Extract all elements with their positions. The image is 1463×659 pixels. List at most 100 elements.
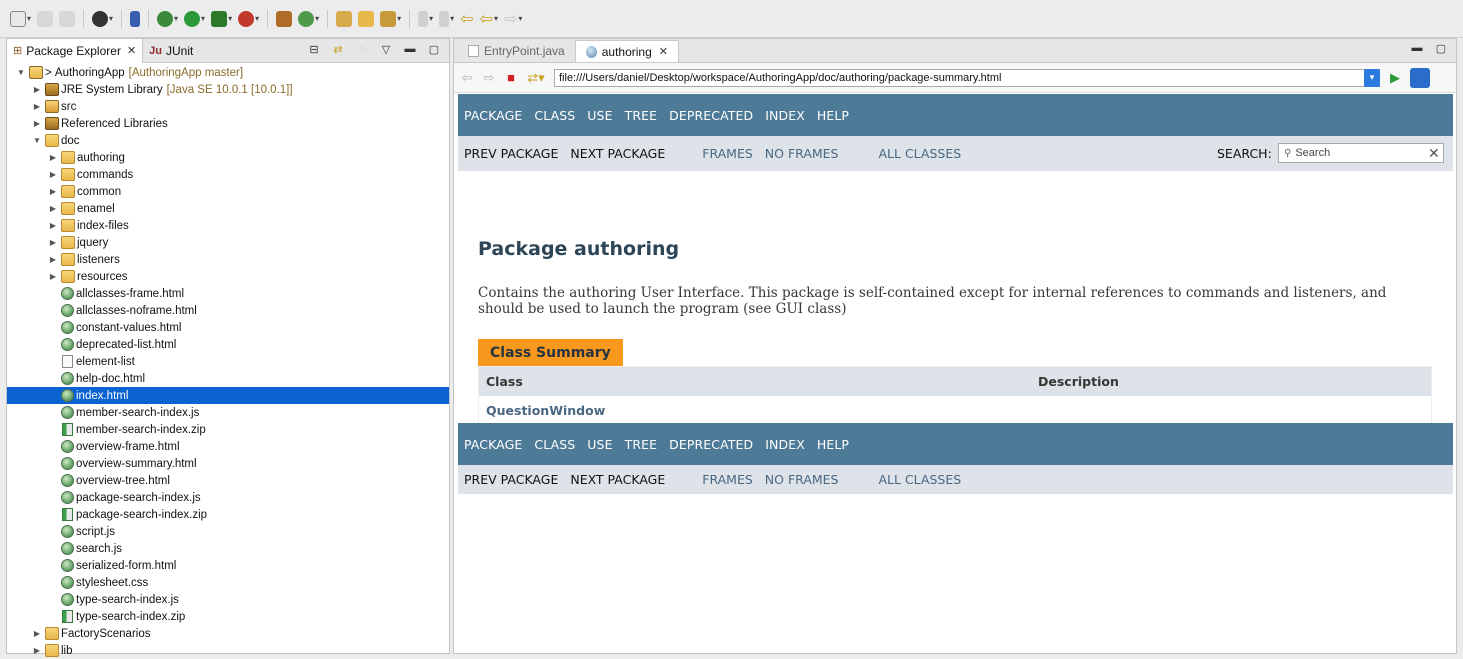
last-edit-icon[interactable]: ⇦ (458, 8, 475, 30)
open-type-icon[interactable] (334, 8, 354, 30)
nav-class[interactable]: CLASS (534, 108, 575, 123)
no-frames-link[interactable]: NO FRAMES (765, 472, 839, 487)
minimize-icon[interactable]: ▬ (403, 42, 417, 56)
collapsed-icon[interactable]: ▶ (48, 170, 58, 179)
coverage-icon[interactable]: ▾ (209, 8, 234, 30)
tree-item[interactable]: ▶ Referenced Libraries (7, 115, 449, 132)
new-icon[interactable]: ▾ (8, 8, 33, 30)
profile-icon[interactable]: ▾ (90, 8, 115, 30)
maximize-icon[interactable]: ▢ (427, 42, 441, 56)
collapsed-icon[interactable]: ▶ (48, 153, 58, 162)
tree-item[interactable]: element-list (7, 353, 449, 370)
tree-item[interactable]: member-search-index.js (7, 404, 449, 421)
close-icon[interactable]: ✕ (127, 44, 136, 57)
tree-item[interactable]: help-doc.html (7, 370, 449, 387)
external-tools-icon[interactable]: ▾ (236, 8, 261, 30)
tree-item[interactable]: package-search-index.js (7, 489, 449, 506)
frames-link[interactable]: FRAMES (702, 472, 753, 487)
collapsed-icon[interactable]: ▶ (48, 238, 58, 247)
all-classes-link[interactable]: ALL CLASSES (879, 146, 962, 161)
tree-item[interactable]: ▶ resources (7, 268, 449, 285)
save-icon[interactable] (35, 8, 55, 30)
all-classes-link[interactable]: ALL CLASSES (879, 472, 962, 487)
tree-item[interactable]: index.html (7, 387, 449, 404)
nav-deprecated[interactable]: DEPRECATED (669, 108, 753, 123)
tree-item[interactable]: ▶ listeners (7, 251, 449, 268)
class-link-questionwindow[interactable]: QuestionWindow (479, 403, 1038, 418)
tree-item[interactable]: ▶ commands (7, 166, 449, 183)
minimize-icon[interactable]: ▬ (1410, 41, 1424, 55)
clear-search-icon[interactable]: ✕ (1428, 146, 1440, 162)
tree-item[interactable]: script.js (7, 523, 449, 540)
run-icon[interactable]: ▾ (182, 8, 207, 30)
collapsed-icon[interactable]: ▶ (32, 119, 42, 128)
tree-item[interactable]: allclasses-frame.html (7, 285, 449, 302)
tree-item[interactable]: overview-frame.html (7, 438, 449, 455)
nav-tree[interactable]: TREE (625, 108, 658, 123)
stop-icon[interactable]: ■ (504, 70, 518, 85)
nav-help[interactable]: HELP (817, 437, 849, 452)
tree-item[interactable]: package-search-index.zip (7, 506, 449, 523)
collapsed-icon[interactable]: ▶ (48, 221, 58, 230)
tree-item[interactable]: stylesheet.css (7, 574, 449, 591)
nav-package[interactable]: PACKAGE (464, 437, 522, 452)
link-with-editor-icon[interactable]: ⇄ (331, 42, 345, 56)
chevron-down-icon[interactable]: ▾ (1364, 68, 1380, 87)
collapsed-icon[interactable]: ▶ (48, 204, 58, 213)
tree-item[interactable]: search.js (7, 540, 449, 557)
open-task-icon[interactable] (356, 8, 376, 30)
collapsed-icon[interactable]: ▶ (32, 102, 42, 111)
new-java-package-icon[interactable] (274, 8, 294, 30)
nav-index[interactable]: INDEX (765, 437, 805, 452)
maximize-icon[interactable]: ▢ (1434, 41, 1448, 55)
go-icon[interactable]: ▶ (1388, 70, 1402, 85)
search-input[interactable]: ⚲ Search (1278, 143, 1444, 163)
tree-item[interactable]: ▶ FactoryScenarios (7, 625, 449, 642)
url-input[interactable]: file:///Users/daniel/Desktop/workspace/A… (554, 68, 1380, 87)
tree-item[interactable]: allclasses-noframe.html (7, 302, 449, 319)
tree-item[interactable]: ▶ JRE System Library [Java SE 10.0.1 [10.0… (7, 81, 449, 98)
back-icon[interactable]: ⇦ (460, 70, 474, 85)
tree-item[interactable]: ▶ common (7, 183, 449, 200)
debug-icon[interactable]: ▾ (155, 8, 180, 30)
nav-index[interactable]: INDEX (765, 108, 805, 123)
search-icon[interactable]: ▾ (378, 8, 403, 30)
nav-help[interactable]: HELP (817, 108, 849, 123)
nav-package[interactable]: PACKAGE (464, 108, 522, 123)
tab-junit[interactable]: Ju JUnit (143, 39, 199, 63)
collapsed-icon[interactable]: ▶ (48, 187, 58, 196)
back-icon[interactable]: ⇦ ▾ (478, 8, 500, 30)
tree-item[interactable]: ▶ jquery (7, 234, 449, 251)
forward-icon[interactable]: ⇨ ▾ (502, 8, 524, 30)
focus-icon[interactable]: ◌ (355, 42, 369, 56)
expanded-icon[interactable]: ▼ (32, 136, 42, 145)
tree-item[interactable]: ▶ index-files (7, 217, 449, 234)
tree-item[interactable]: constant-values.html (7, 319, 449, 336)
tree-item[interactable]: ▶ src (7, 98, 449, 115)
nav-use[interactable]: USE (587, 437, 612, 452)
next-annotation-icon[interactable]: ▾ (437, 8, 456, 30)
save-all-icon[interactable] (57, 8, 77, 30)
tree-item[interactable]: ▼ > AuthoringApp [AuthoringApp master] (7, 64, 449, 81)
tree-item[interactable]: overview-summary.html (7, 455, 449, 472)
frames-link[interactable]: FRAMES (702, 146, 753, 161)
new-class-icon[interactable]: ▾ (296, 8, 321, 30)
tab-package-explorer[interactable]: ⊞ Package Explorer ✕ (7, 38, 144, 63)
tree-item[interactable]: overview-tree.html (7, 472, 449, 489)
tab-entrypoint-java[interactable]: EntryPoint.java (458, 40, 575, 62)
tree-item[interactable]: ▶ lib (7, 642, 449, 659)
close-icon[interactable]: ✕ (659, 45, 668, 58)
web-browser-icon[interactable] (1410, 67, 1430, 88)
tree-item[interactable]: ▶ enamel (7, 200, 449, 217)
nav-deprecated[interactable]: DEPRECATED (669, 437, 753, 452)
skip-breakpoints-icon[interactable] (128, 8, 142, 30)
tree-item[interactable]: type-search-index.zip (7, 608, 449, 625)
collapsed-icon[interactable]: ▶ (48, 272, 58, 281)
tree-item[interactable]: ▶ authoring (7, 149, 449, 166)
nav-use[interactable]: USE (587, 108, 612, 123)
nav-tree[interactable]: TREE (625, 437, 658, 452)
tab-authoring[interactable]: authoring ✕ (574, 40, 679, 62)
collapse-all-icon[interactable]: ⊟ (307, 42, 321, 56)
tree-item[interactable]: serialized-form.html (7, 557, 449, 574)
tree-item[interactable]: deprecated-list.html (7, 336, 449, 353)
